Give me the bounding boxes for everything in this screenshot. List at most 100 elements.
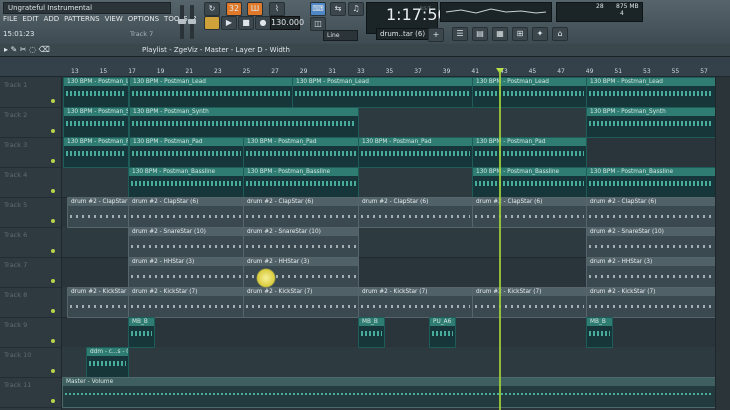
vertical-scrollbar[interactable] [716, 77, 730, 410]
audio-clip[interactable]: 130 BPM - Postman_Pad [129, 137, 244, 168]
track-enable-icon[interactable] [51, 339, 55, 343]
track-enable-icon[interactable] [51, 219, 55, 223]
pattern-clip[interactable]: drum #2 - ClapStar (6) [358, 197, 473, 228]
audio-clip[interactable]: 130 BPM - Postman_Bassline [128, 167, 244, 198]
pattern-clip[interactable]: drum #2 - ClapStar (6) [67, 197, 129, 228]
track-header[interactable]: Track 11 [0, 377, 61, 408]
audio-clip[interactable]: 130 BPM - Postman_Pad [358, 137, 473, 168]
track-header[interactable]: Track 1 [0, 77, 61, 108]
pattern-clip[interactable]: drum #2 - ClapStar (6) [472, 197, 587, 228]
audio-clip[interactable]: 130 BPM - Postman_Pad [63, 137, 129, 168]
play-button[interactable]: ▶ [221, 16, 237, 30]
blend-notes-icon[interactable]: ♫ [348, 2, 364, 16]
wait-icon[interactable]: Ш [247, 2, 263, 16]
audio-clip[interactable]: 130 BPM - Postman_Lead [586, 77, 715, 108]
track-enable-icon[interactable] [51, 129, 55, 133]
menu-view[interactable]: VIEW [105, 14, 123, 25]
track-header[interactable]: Track 9 [0, 317, 61, 348]
audio-clip[interactable]: 130 BPM - Postman_Lead [292, 77, 473, 108]
audio-clip[interactable]: 130 BPM - Postman_Lead [472, 77, 587, 108]
browser-icon[interactable]: ⌂ [552, 27, 568, 41]
track-header[interactable]: Track 8 [0, 287, 61, 318]
audio-clip[interactable]: MB_B [358, 317, 385, 348]
pattern-clip[interactable]: drum #2 - ClapStar (6) [243, 197, 359, 228]
pattern-clip[interactable]: drum #2 - ClapStar (6) [586, 197, 715, 228]
playlist-icon[interactable]: ☰ [452, 27, 468, 41]
playlist-tools-icon[interactable]: ▸ ✎ ✂ ◌ ⌫ [4, 45, 50, 54]
audio-clip[interactable]: 130 BPM - Postman_Lead [63, 77, 129, 108]
pattern-clip[interactable]: drum #2 - KickStar (7) [67, 287, 129, 318]
piano-roll-icon[interactable]: ▤ [472, 27, 488, 41]
tempo-display[interactable]: 130.000 [270, 16, 304, 30]
ruler-tick-label: 39 [442, 68, 451, 75]
pattern-clip[interactable]: drum #2 - ClapStar (6) [128, 197, 244, 228]
pattern-clip[interactable]: drum #2 - SnareStar (10) [128, 227, 244, 258]
pattern-clip[interactable]: drum #2 - KickStar (7) [586, 287, 715, 318]
track-enable-icon[interactable] [51, 159, 55, 163]
menu-edit[interactable]: EDIT [22, 14, 38, 25]
typing-keyboard-icon[interactable]: ⌨ [310, 2, 326, 16]
pattern-clip[interactable]: drum #2 - SnareStar (10) [586, 227, 715, 258]
track-lane[interactable] [62, 347, 715, 378]
channel-rack-icon[interactable]: ▦ [492, 27, 508, 41]
snap-selector[interactable]: Line [323, 30, 358, 41]
snap-icon[interactable]: ◫ [310, 17, 326, 31]
track-enable-icon[interactable] [51, 369, 55, 373]
pattern-clip[interactable]: drum #2 - KickStar (7) [358, 287, 473, 318]
audio-clip[interactable]: 130 BPM - Postman_Lead [129, 77, 293, 108]
audio-clip[interactable]: MB_B [128, 317, 155, 348]
track-enable-icon[interactable] [51, 279, 55, 283]
track-enable-icon[interactable] [51, 399, 55, 403]
track-header[interactable]: Track 10 [0, 347, 61, 378]
audio-clip[interactable]: PU_A6 [429, 317, 456, 348]
menu-options[interactable]: OPTIONS [128, 14, 159, 25]
track-enable-icon[interactable] [51, 249, 55, 253]
track-enable-icon[interactable] [51, 309, 55, 313]
pattern-selector[interactable]: drum..tar (6) [376, 28, 429, 40]
audio-clip[interactable]: 130 BPM - Postman_Bassline [243, 167, 359, 198]
clip-label: drum #2 - KickStar (7) [587, 288, 715, 296]
audio-clip[interactable]: MB_B [586, 317, 613, 348]
audio-clip[interactable]: 130 BPM - Postman_Pad [243, 137, 359, 168]
track-lane[interactable] [62, 317, 715, 348]
plugin-icon[interactable]: ✦ [532, 27, 548, 41]
pattern-song-toggle[interactable] [204, 16, 220, 30]
audio-clip[interactable]: 130 BPM - Postman_Synth [586, 107, 715, 138]
track-header[interactable]: Track 7 [0, 257, 61, 288]
metronome-icon[interactable]: ⌇ [269, 2, 285, 16]
menu-patterns[interactable]: PATTERNS [64, 14, 99, 25]
audio-clip[interactable]: 130 BPM - Postman_Bassline [472, 167, 587, 198]
record-counter[interactable]: 32 [226, 2, 242, 16]
menu-file[interactable]: FILE [3, 14, 17, 25]
track-header[interactable]: Track 3 [0, 137, 61, 168]
master-pitch-slider[interactable] [188, 5, 196, 39]
pattern-clip[interactable]: drum #2 - KickStar (7) [472, 287, 587, 318]
step-edit-icon[interactable]: ⇆ [330, 2, 346, 16]
mixer-icon[interactable]: ⊞ [512, 27, 528, 41]
automation-clip[interactable]: Master - Volume [62, 377, 715, 408]
track-enable-icon[interactable] [51, 99, 55, 103]
stop-button[interactable]: ■ [238, 16, 254, 30]
loop-icon[interactable]: ↻ [204, 2, 220, 16]
track-header[interactable]: Track 5 [0, 197, 61, 228]
playlist-grid[interactable]: 130 BPM - Postman_Lead130 BPM - Postman_… [62, 77, 715, 410]
menu-add[interactable]: ADD [44, 14, 60, 25]
audio-clip[interactable]: 130 BPM - Postman_Synth [129, 107, 359, 138]
record-button[interactable]: ● [255, 16, 271, 30]
add-pattern-icon[interactable]: + [428, 28, 444, 42]
audio-clip[interactable]: 130 BPM - Postman_Pad [472, 137, 587, 168]
track-enable-icon[interactable] [51, 189, 55, 193]
pattern-clip[interactable]: drum #2 - HHStar (3) [128, 257, 244, 288]
track-header[interactable]: Track 2 [0, 107, 61, 138]
audio-clip[interactable]: 130 BPM - Postman_Synth [63, 107, 129, 138]
track-header[interactable]: Track 4 [0, 167, 61, 198]
pattern-clip[interactable]: drum #2 - SnareStar (10) [243, 227, 359, 258]
pattern-notes [589, 215, 713, 218]
master-volume-slider[interactable] [178, 5, 186, 39]
pattern-clip[interactable]: drum #2 - KickStar (7) [243, 287, 359, 318]
pattern-clip[interactable]: drum #2 - HHStar (3) [586, 257, 715, 288]
audio-clip[interactable]: 130 BPM - Postman_Bassline [586, 167, 715, 198]
track-header[interactable]: Track 6 [0, 227, 61, 258]
pattern-clip[interactable]: drum #2 - KickStar (7) [128, 287, 244, 318]
audio-clip[interactable]: ddm - c...s - 02 [86, 347, 129, 378]
